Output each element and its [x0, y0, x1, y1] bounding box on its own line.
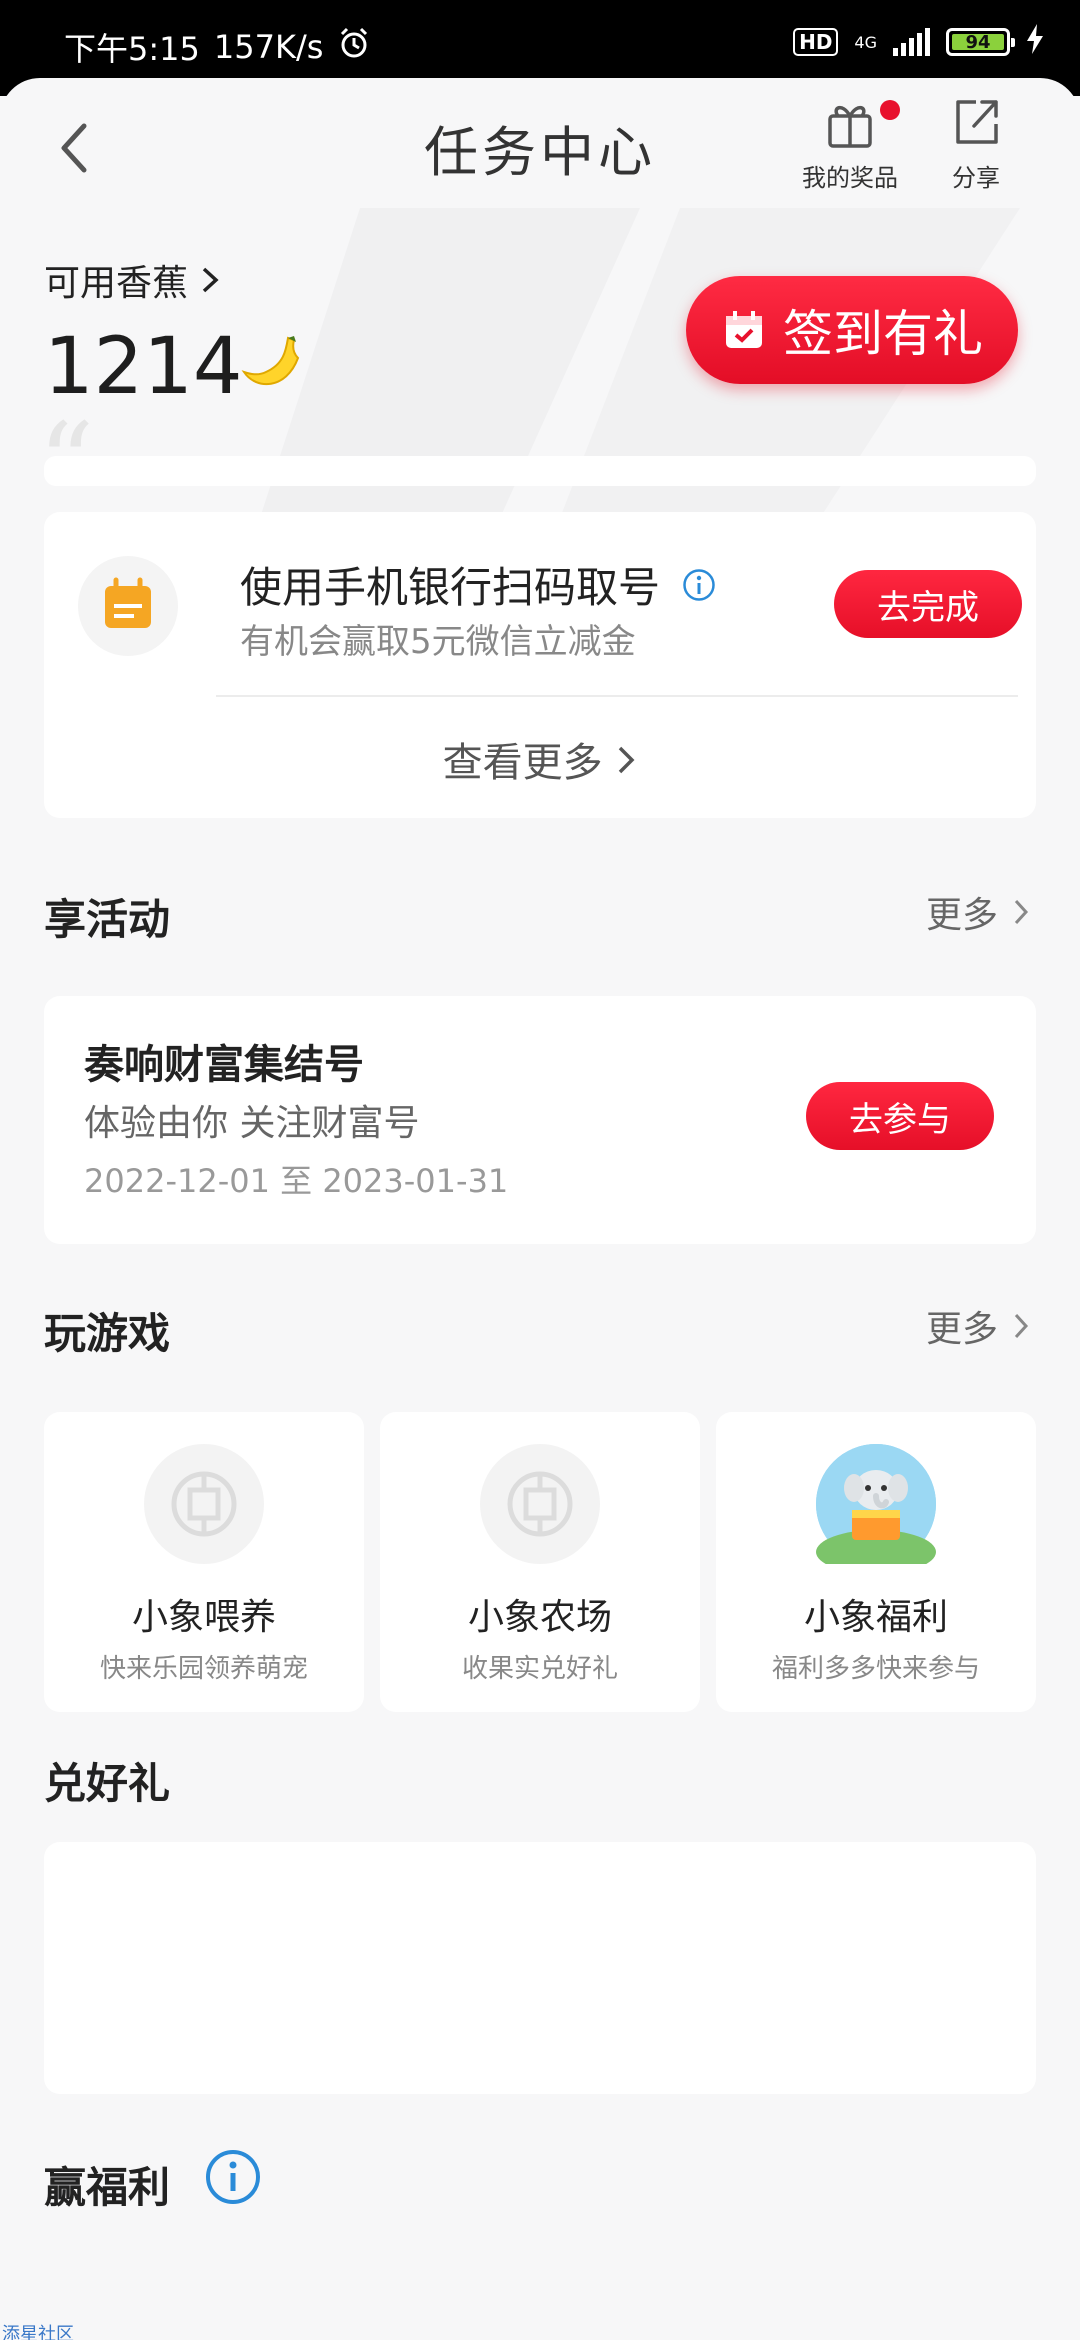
banner-placeholder [44, 456, 1036, 486]
game-card-welfare[interactable]: 小象福利 福利多多快来参与 [716, 1412, 1036, 1712]
elephant-mascot-icon [816, 1444, 936, 1574]
task-card: 使用手机银行扫码取号 有机会赢取5元微信立减金 去完成 查看更多 [44, 512, 1036, 818]
notification-dot [880, 100, 900, 120]
share-label: 分享 [952, 164, 1000, 192]
chevron-right-icon [619, 746, 635, 774]
activities-section-title: 享活动 [44, 895, 171, 944]
games-more-link[interactable]: 更多 [926, 1300, 1030, 1352]
activity-card[interactable]: 奏响财富集结号 体验由你 关注财富号 2022-12-01 至 2023-01-… [44, 996, 1036, 1244]
view-more-link[interactable]: 查看更多 [44, 730, 1036, 788]
divider [216, 695, 1018, 697]
chevron-right-icon [203, 267, 220, 293]
gifts-section-title: 兑好礼 [44, 1759, 171, 1808]
activities-more-link[interactable]: 更多 [926, 886, 1030, 938]
network-label: 4G [854, 32, 877, 52]
view-more-label: 查看更多 [442, 740, 603, 786]
join-activity-button[interactable]: 去参与 [806, 1082, 994, 1150]
sign-in-rewards-button[interactable]: 签到有礼 [686, 276, 1018, 384]
available-bananas-label: 可用香蕉 [44, 263, 189, 304]
info-icon[interactable] [682, 568, 716, 602]
bank-logo-icon [507, 1471, 573, 1537]
calendar-check-icon [726, 311, 762, 348]
battery-icon: 94 [946, 28, 1015, 56]
welfare-section-title: 赢福利 [44, 2163, 171, 2212]
game-card-farm[interactable]: 小象农场 收果实兑好礼 [380, 1412, 700, 1712]
page-title: 任务中心 [424, 121, 656, 184]
calendar-icon [105, 577, 151, 628]
banana-icon [241, 336, 300, 386]
gift-icon [828, 105, 872, 148]
games-section-title: 玩游戏 [44, 1309, 171, 1358]
chevron-right-icon [1014, 1313, 1029, 1339]
game-icon-wrapper [144, 1444, 264, 1564]
game-subtitle: 快来乐园领养萌宠 [99, 1654, 308, 1684]
sign-in-label: 签到有礼 [783, 305, 983, 363]
top-nav: 任务中心 我的奖品 分享 [0, 78, 1080, 208]
activity-title: 奏响财富集结号 [84, 1042, 364, 1088]
game-title: 小象福利 [803, 1597, 948, 1638]
battery-level: 94 [952, 34, 1004, 52]
available-bananas-link[interactable]: 可用香蕉 [44, 254, 221, 306]
game-icon-wrapper [480, 1444, 600, 1564]
task-center-page: 任务中心 我的奖品 分享 可用香蕉 1214 签到有礼 使用手机银行扫码取号 有… [0, 78, 1080, 2340]
charging-icon [1026, 24, 1044, 60]
my-prizes-button[interactable]: 我的奖品 [796, 94, 904, 193]
gifts-card [44, 1842, 1036, 2094]
alarm-icon [337, 26, 371, 68]
task-title: 使用手机银行扫码取号 [240, 563, 661, 612]
my-prizes-label: 我的奖品 [802, 164, 898, 192]
chevron-right-icon [1014, 899, 1029, 925]
bank-logo-icon [171, 1471, 237, 1537]
task-icon-wrapper [78, 556, 178, 656]
info-icon[interactable] [204, 2148, 262, 2206]
game-icon-wrapper [816, 1444, 936, 1574]
activity-date: 2022-12-01 至 2023-01-31 [84, 1162, 509, 1200]
game-subtitle: 福利多多快来参与 [771, 1654, 980, 1684]
signal-icon [893, 28, 930, 56]
game-subtitle: 收果实兑好礼 [461, 1654, 618, 1684]
hd-badge: HD [793, 28, 839, 56]
game-title: 小象农场 [467, 1597, 612, 1638]
game-title: 小象喂养 [131, 1597, 276, 1638]
status-time: 下午5:15 [64, 30, 200, 68]
complete-task-button[interactable]: 去完成 [834, 570, 1022, 638]
game-card-feeding[interactable]: 小象喂养 快来乐园领养萌宠 [44, 1412, 364, 1712]
task-subtitle: 有机会赢取5元微信立减金 [240, 622, 636, 662]
watermark: 添星社区 [2, 2324, 74, 2340]
activity-subtitle: 体验由你 关注财富号 [84, 1103, 420, 1144]
games-more-label: 更多 [925, 1309, 998, 1350]
status-speed: 157K/s [213, 28, 324, 66]
share-button[interactable]: 分享 [944, 94, 1008, 193]
share-icon [956, 100, 998, 144]
activities-more-label: 更多 [925, 895, 998, 936]
